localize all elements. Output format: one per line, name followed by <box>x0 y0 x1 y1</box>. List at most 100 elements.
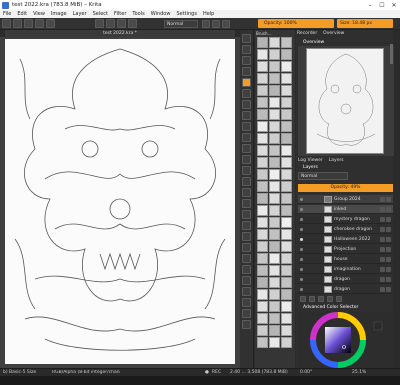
brush-preset-tile[interactable] <box>257 145 268 156</box>
brush-preset-tile[interactable] <box>281 121 292 132</box>
lock-icon[interactable] <box>380 217 385 222</box>
menu-window[interactable]: Window <box>148 11 174 17</box>
brush-preset-tile[interactable] <box>269 229 280 240</box>
brush-preset-tile[interactable] <box>281 217 292 228</box>
alpha-icon[interactable] <box>386 277 391 282</box>
eye-icon[interactable] <box>300 248 303 251</box>
lasso-select-icon[interactable] <box>242 254 251 263</box>
reference-image-icon[interactable] <box>242 320 251 329</box>
brush-preset-icon[interactable] <box>117 19 126 28</box>
brush-preset-tile[interactable] <box>281 253 292 264</box>
brush-preset-tile[interactable] <box>269 337 280 348</box>
brush-preset-tile[interactable] <box>269 121 280 132</box>
brush-preset-tile[interactable] <box>257 157 268 168</box>
move-tool-icon[interactable] <box>242 155 251 164</box>
text-tool-icon[interactable] <box>242 45 251 54</box>
eye-icon[interactable] <box>300 278 303 281</box>
zoom-tool-icon[interactable] <box>242 276 251 285</box>
drawing-canvas[interactable] <box>5 39 235 364</box>
document-tab[interactable]: test 2022.kra * <box>5 30 235 37</box>
brush-preset-tile[interactable] <box>269 193 280 204</box>
brush-settings-icon[interactable] <box>128 19 137 28</box>
menu-view[interactable]: View <box>30 11 48 17</box>
add-layer-icon[interactable] <box>300 296 306 302</box>
menu-filter[interactable]: Filter <box>111 11 129 17</box>
brush-preset-tile[interactable] <box>269 241 280 252</box>
brush-preset-tile[interactable] <box>269 265 280 276</box>
layer-row[interactable]: Projection <box>298 245 393 254</box>
brush-preset-tile[interactable] <box>269 313 280 324</box>
gradient-tool-icon[interactable] <box>242 177 251 186</box>
menu-tools[interactable]: Tools <box>129 11 147 17</box>
eye-icon[interactable] <box>300 218 303 221</box>
brush-preset-tile[interactable] <box>257 133 268 144</box>
lock-icon[interactable] <box>380 277 385 282</box>
close-icon[interactable]: ✕ <box>388 0 400 10</box>
layer-row[interactable]: inked <box>298 205 393 214</box>
brush-preset-tile[interactable] <box>257 181 268 192</box>
alpha-icon[interactable] <box>386 207 391 212</box>
brush-preset-tile[interactable] <box>281 145 292 156</box>
redo-icon[interactable] <box>46 19 55 28</box>
brush-preset-tile[interactable] <box>281 181 292 192</box>
save-icon[interactable] <box>24 19 33 28</box>
delete-layer-icon[interactable] <box>336 296 342 302</box>
freehand-brush-icon[interactable] <box>242 78 251 87</box>
brush-preset-tile[interactable] <box>269 85 280 96</box>
menu-image[interactable]: Image <box>48 11 70 17</box>
brush-preset-tile[interactable] <box>257 277 268 288</box>
alpha-icon[interactable] <box>386 257 391 262</box>
alpha-icon[interactable] <box>386 247 391 252</box>
layer-row[interactable]: Halloween 2022 <box>298 235 393 244</box>
layer-opacity-slider[interactable]: Opacity: 49% <box>298 184 393 192</box>
brush-preset-tile[interactable] <box>281 169 292 180</box>
brush-preset-tile[interactable] <box>257 313 268 324</box>
brush-preset-tile[interactable] <box>257 121 268 132</box>
brush-preset-tile[interactable] <box>257 97 268 108</box>
lock-icon[interactable] <box>380 197 385 202</box>
select-shapes-icon[interactable] <box>242 34 251 43</box>
erase-mode-icon[interactable] <box>202 20 210 28</box>
brush-preset-tile[interactable] <box>281 241 292 252</box>
crop-tool-icon[interactable] <box>242 166 251 175</box>
layer-blend-select[interactable]: Normal <box>298 172 348 180</box>
transform-tool-icon[interactable] <box>242 144 251 153</box>
alpha-icon[interactable] <box>386 287 391 292</box>
new-document-icon[interactable] <box>2 19 11 28</box>
smart-patch-icon[interactable] <box>242 298 251 307</box>
brush-preset-tile[interactable] <box>281 277 292 288</box>
menu-layer[interactable]: Layer <box>70 11 90 17</box>
alpha-icon[interactable] <box>386 227 391 232</box>
layer-row[interactable]: dragon <box>298 275 393 284</box>
layer-row[interactable]: mystery dragon <box>298 215 393 224</box>
brush-preset-tile[interactable] <box>269 169 280 180</box>
brush-preset-tile[interactable] <box>257 289 268 300</box>
brush-preset-tile[interactable] <box>257 265 268 276</box>
magic-wand-icon[interactable] <box>242 265 251 274</box>
brush-preset-tile[interactable] <box>257 85 268 96</box>
brush-preset-tile[interactable] <box>281 301 292 312</box>
brush-preset-tile[interactable] <box>257 73 268 84</box>
brush-preset-tile[interactable] <box>257 337 268 348</box>
brush-preset-tile[interactable] <box>269 325 280 336</box>
record-icon[interactable]: ● <box>205 370 209 375</box>
brush-preset-tile[interactable] <box>257 229 268 240</box>
brush-preset-tile[interactable] <box>269 289 280 300</box>
brush-preset-tile[interactable] <box>281 313 292 324</box>
brush-preset-tile[interactable] <box>281 73 292 84</box>
brush-preset-tile[interactable] <box>281 289 292 300</box>
opacity-slider[interactable]: Opacity: 100% <box>258 19 334 28</box>
layer-row[interactable]: dragon <box>298 285 393 294</box>
brush-preset-tile[interactable] <box>281 157 292 168</box>
brush-preset-tile[interactable] <box>281 265 292 276</box>
brush-preset-tile[interactable] <box>269 133 280 144</box>
assistant-tool-icon[interactable] <box>242 210 251 219</box>
brush-preset-tile[interactable] <box>257 205 268 216</box>
brush-preset-tile[interactable] <box>269 205 280 216</box>
brush-preset-tile[interactable] <box>281 37 292 48</box>
layer-row[interactable]: imagination <box>298 265 393 274</box>
menu-edit[interactable]: Edit <box>14 11 30 17</box>
brush-preset-tile[interactable] <box>269 277 280 288</box>
reload-preset-icon[interactable] <box>212 20 220 28</box>
lock-icon[interactable] <box>380 267 385 272</box>
